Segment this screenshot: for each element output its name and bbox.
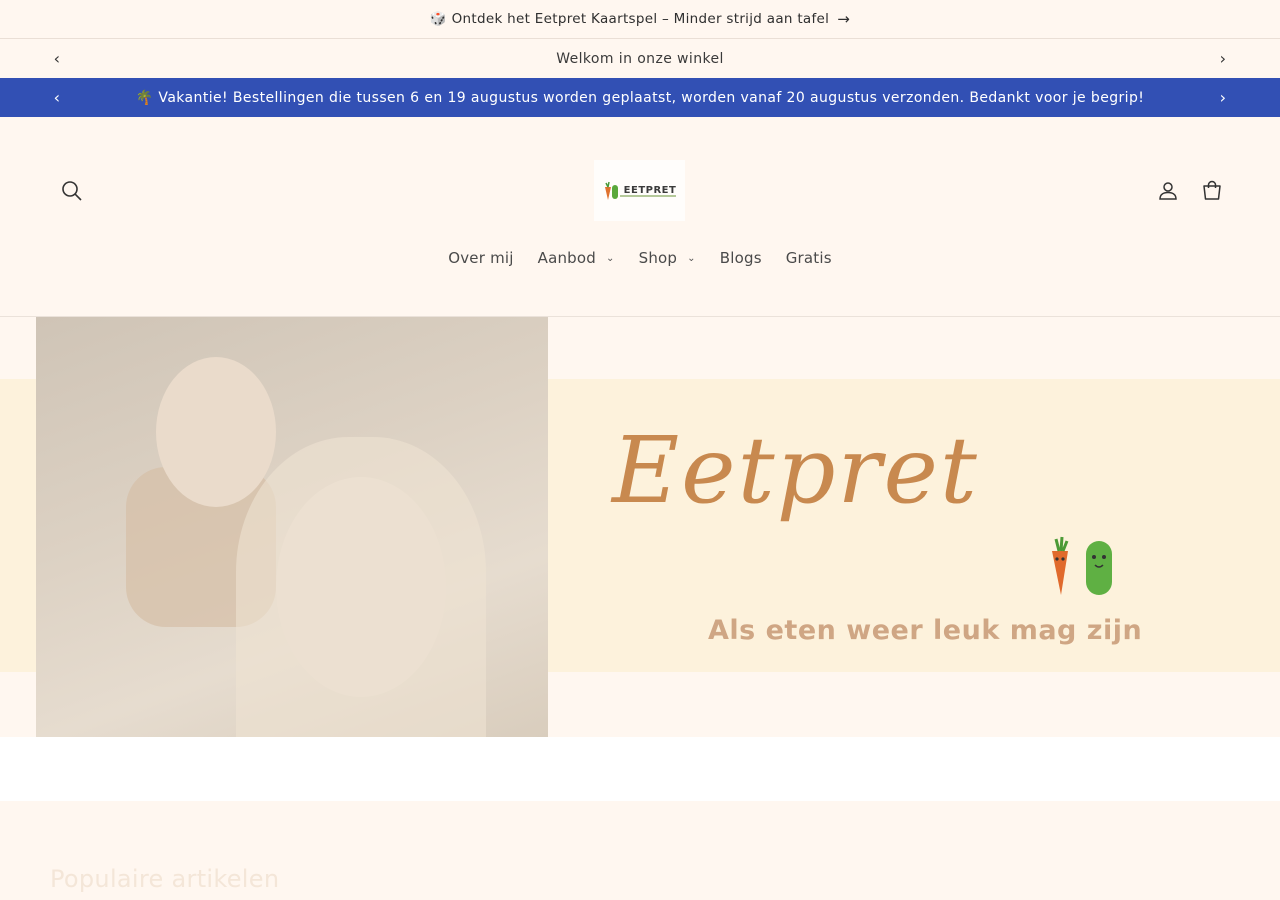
nav-label: Gratis bbox=[785, 249, 832, 267]
vacation-bar: ‹ 🌴 Vakantie! Bestellingen die tussen 6 … bbox=[0, 78, 1280, 117]
search-icon[interactable] bbox=[60, 179, 84, 203]
vacation-text: 🌴 Vakantie! Bestellingen die tussen 6 en… bbox=[135, 89, 1145, 106]
announcement-text[interactable]: 🎲 Ontdek het Eetpret Kaartspel – Minder … bbox=[430, 11, 829, 27]
chevron-right-icon[interactable]: › bbox=[1216, 88, 1230, 107]
site-header: EETPRET Over mij Aanbod ⌄ Shop ⌄ Blogs Gra… bbox=[0, 117, 1280, 317]
chevron-right-icon[interactable]: › bbox=[1216, 49, 1230, 68]
site-logo[interactable]: EETPRET bbox=[594, 160, 685, 221]
arrow-right-icon[interactable]: → bbox=[837, 10, 850, 28]
nav-item-aanbod[interactable]: Aanbod ⌄ bbox=[526, 249, 627, 267]
nav-label: Shop bbox=[638, 249, 678, 267]
hero-banner: Eetpret Als eten weer leuk mag zijn bbox=[0, 317, 1280, 737]
welcome-bar: ‹ Welkom in onze winkel › bbox=[0, 39, 1280, 78]
section-title: Populaire artikelen bbox=[50, 865, 280, 893]
nav-item-shop[interactable]: Shop ⌄ bbox=[627, 249, 708, 267]
nav-item-over-mij[interactable]: Over mij bbox=[436, 249, 525, 267]
nav-item-blogs[interactable]: Blogs bbox=[708, 249, 774, 267]
cart-icon[interactable] bbox=[1200, 179, 1224, 203]
chevron-down-icon: ⌄ bbox=[687, 252, 696, 264]
welcome-text: Welkom in onze winkel bbox=[556, 50, 724, 67]
nav-item-gratis[interactable]: Gratis bbox=[774, 249, 844, 267]
nav-label: Blogs bbox=[719, 249, 762, 267]
chevron-left-icon[interactable]: ‹ bbox=[50, 88, 64, 107]
chevron-left-icon[interactable]: ‹ bbox=[50, 49, 64, 68]
photo-shape bbox=[156, 357, 276, 507]
vegetable-mascots-icon bbox=[1046, 535, 1120, 599]
nav-label: Over mij bbox=[448, 249, 514, 267]
hero-brand-title: Eetpret bbox=[612, 417, 979, 524]
hero-photo bbox=[36, 317, 548, 737]
popular-products-section: Populaire artikelen bbox=[0, 801, 1280, 900]
photo-shape bbox=[276, 477, 446, 697]
announcement-bar[interactable]: 🎲 Ontdek het Eetpret Kaartspel – Minder … bbox=[0, 0, 1280, 39]
nav-label: Aanbod bbox=[537, 249, 597, 267]
section-divider bbox=[0, 737, 1280, 801]
account-icon[interactable] bbox=[1156, 179, 1180, 203]
main-navigation: Over mij Aanbod ⌄ Shop ⌄ Blogs Gratis bbox=[0, 249, 1280, 267]
chevron-down-icon: ⌄ bbox=[606, 252, 615, 264]
hero-tagline: Als eten weer leuk mag zijn bbox=[708, 615, 1143, 646]
logo-tagline-line bbox=[620, 195, 676, 197]
carrot-cucumber-logo-icon bbox=[603, 181, 621, 201]
